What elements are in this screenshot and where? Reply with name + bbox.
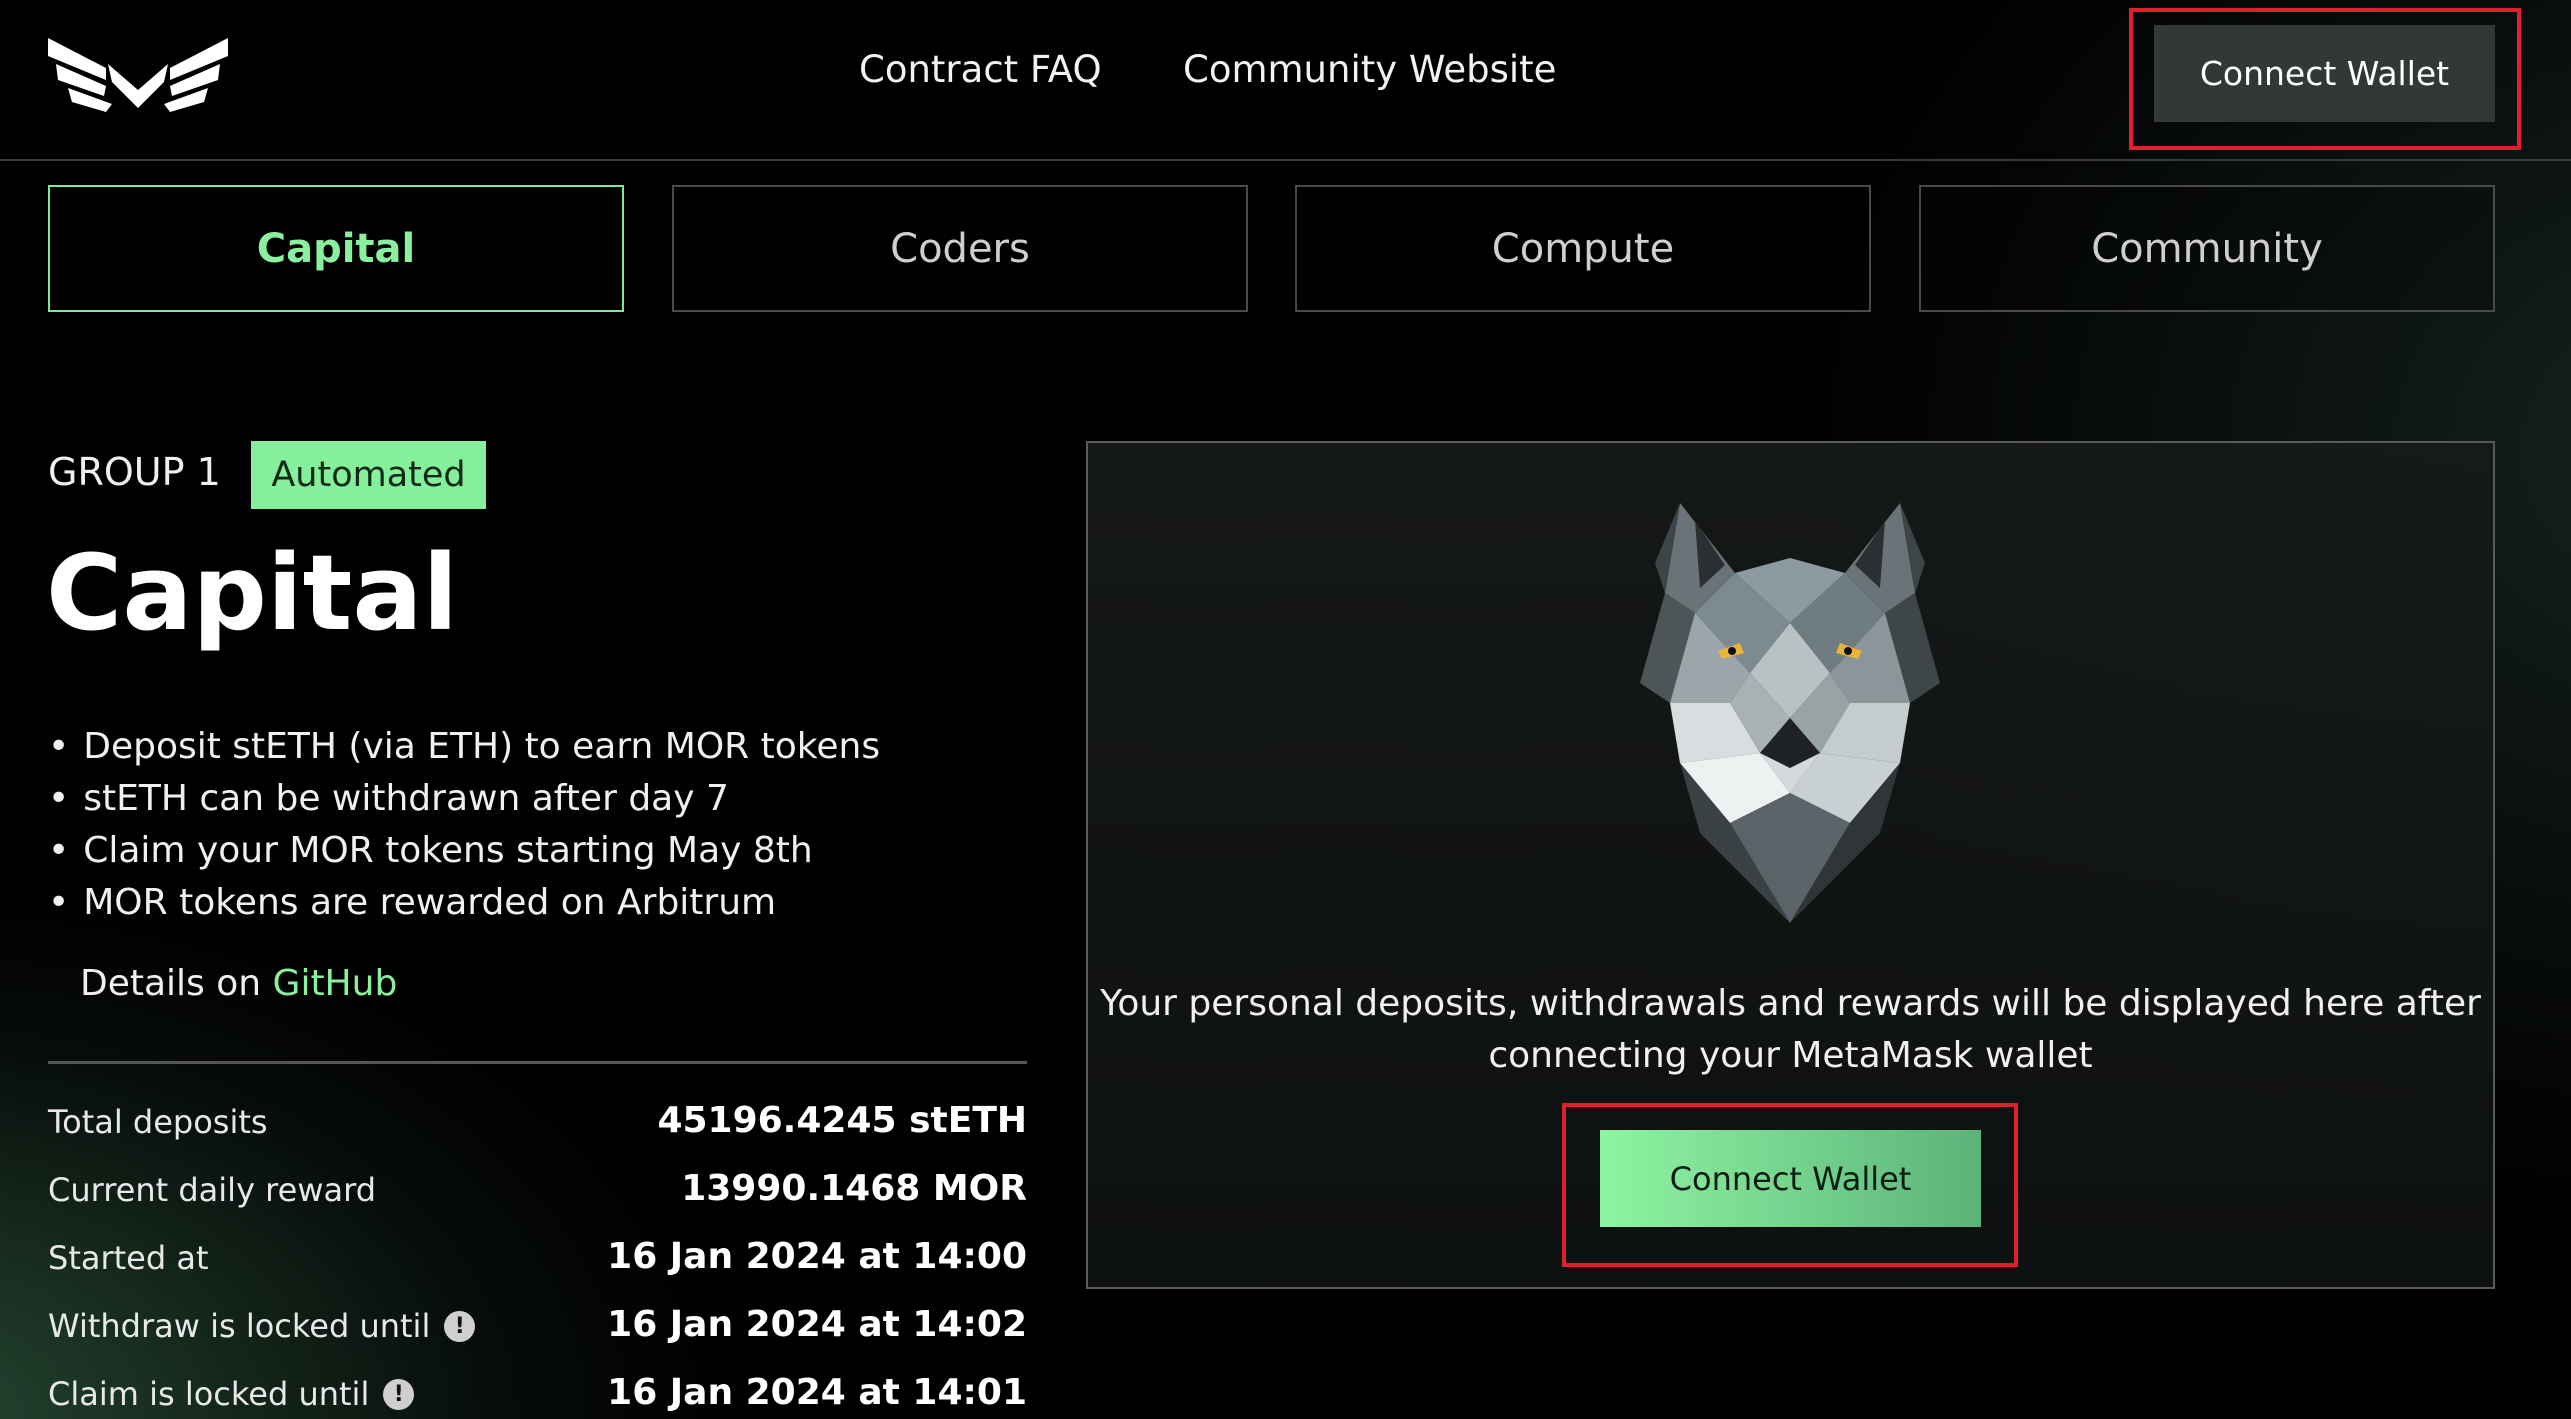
header-connect-wallet-button[interactable]: Connect Wallet — [2154, 25, 2495, 122]
list-item: MOR tokens are rewarded on Arbitrum — [48, 877, 880, 929]
stat-label-claim-locked: Claim is locked until! — [48, 1375, 415, 1413]
status-badge: Automated — [251, 441, 486, 509]
stat-value-claim-locked: 16 Jan 2024 at 14:01 — [607, 1372, 1027, 1413]
morpheus-logo-icon[interactable] — [46, 34, 230, 114]
feature-list: Deposit stETH (via ETH) to earn MOR toke… — [48, 721, 880, 929]
wallet-panel-message: Your personal deposits, withdrawals and … — [1100, 983, 2481, 1076]
divider — [48, 1061, 1027, 1064]
nav-contract-faq[interactable]: Contract FAQ — [859, 48, 1102, 91]
stat-value-total-deposits: 45196.4245 stETH — [657, 1100, 1027, 1141]
top-header: Contract FAQ Community Website Connect W… — [0, 0, 2571, 161]
tab-compute[interactable]: Compute — [1295, 185, 1871, 312]
stat-label-daily-reward: Current daily reward — [48, 1171, 376, 1209]
nav-community-website[interactable]: Community Website — [1183, 48, 1556, 91]
tab-capital[interactable]: Capital — [48, 185, 624, 312]
group-label: GROUP 1 — [48, 450, 221, 494]
page: Contract FAQ Community Website Connect W… — [0, 0, 2571, 1419]
details-text: Details on GitHub — [80, 963, 397, 1004]
info-icon[interactable]: ! — [383, 1378, 415, 1410]
github-link[interactable]: GitHub — [273, 963, 398, 1004]
stat-label-text: Total deposits — [48, 1103, 268, 1141]
info-icon[interactable]: ! — [444, 1310, 476, 1342]
stat-label-text: Withdraw is locked until — [48, 1307, 431, 1345]
stat-value-withdraw-locked: 16 Jan 2024 at 14:02 — [607, 1304, 1027, 1345]
page-title: Capital — [46, 532, 459, 654]
stat-label-text: Claim is locked until — [48, 1375, 370, 1413]
list-item: stETH can be withdrawn after day 7 — [48, 773, 880, 825]
list-item: Deposit stETH (via ETH) to earn MOR toke… — [48, 721, 880, 773]
stat-value-daily-reward: 13990.1468 MOR — [681, 1168, 1027, 1209]
tab-coders[interactable]: Coders — [672, 185, 1248, 312]
stat-label-withdraw-locked: Withdraw is locked until! — [48, 1307, 476, 1345]
wolf-illustration — [1640, 503, 1940, 923]
stat-label-total-deposits: Total deposits — [48, 1103, 268, 1141]
panel-connect-wallet-button[interactable]: Connect Wallet — [1600, 1130, 1981, 1227]
stat-value-started-at: 16 Jan 2024 at 14:00 — [607, 1236, 1027, 1277]
list-item: Claim your MOR tokens starting May 8th — [48, 825, 880, 877]
stat-label-text: Started at — [48, 1239, 209, 1277]
stat-label-started-at: Started at — [48, 1239, 209, 1277]
details-prefix: Details on — [80, 963, 273, 1004]
stat-label-text: Current daily reward — [48, 1171, 376, 1209]
tab-community[interactable]: Community — [1919, 185, 2495, 312]
